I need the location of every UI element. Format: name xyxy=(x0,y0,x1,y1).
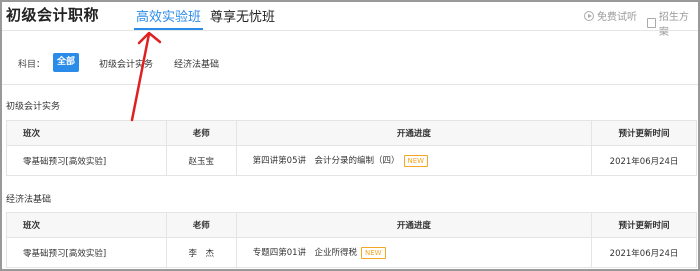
class-name-cell[interactable]: 零基础预习[高效实验] xyxy=(6,237,167,268)
column-header-teacher: 老师 xyxy=(165,212,237,238)
class-name-cell[interactable]: 零基础预习[高效实验] xyxy=(6,145,167,176)
subject-label: 科目： xyxy=(18,60,46,70)
progress-text: 专题四第01讲 企业所得税 xyxy=(252,248,358,259)
progress-text: 第四讲第05讲 会计分录的编制（四） xyxy=(252,156,400,167)
column-header-progress: 开通进度 xyxy=(235,120,593,146)
column-header-class: 班次 xyxy=(6,212,167,238)
page-title: 初级会计职称 xyxy=(6,6,100,24)
filter-all-button[interactable]: 全部 xyxy=(53,53,79,72)
section-title-accounting: 初级会计实务 xyxy=(6,102,61,112)
table-header-row: 班次 老师 开通进度 预计更新时间 xyxy=(6,212,697,238)
filter-divider xyxy=(2,84,698,85)
filter-economic-law-button[interactable]: 经济法基础 xyxy=(174,57,219,70)
update-date-cell: 2021年06月24日 xyxy=(591,237,697,268)
schedule-table-economic-law: 班次 老师 开通进度 预计更新时间 零基础预习[高效实验] 李 杰 专题四第01… xyxy=(6,212,697,268)
update-date-cell: 2021年06月24日 xyxy=(591,145,697,176)
column-header-date: 预计更新时间 xyxy=(591,120,697,146)
enrollment-plan-link[interactable]: 招生方案 xyxy=(647,8,698,38)
column-header-progress: 开通进度 xyxy=(235,212,593,238)
table-header-row: 班次 老师 开通进度 预计更新时间 xyxy=(6,120,697,146)
header-divider xyxy=(2,30,698,31)
table-row: 零基础预习[高效实验] 赵玉宝 第四讲第05讲 会计分录的编制（四） NEW 20… xyxy=(6,145,697,176)
table-row: 零基础预习[高效实验] 李 杰 专题四第01讲 企业所得税 NEW 2021年06… xyxy=(6,237,697,268)
progress-cell[interactable]: 第四讲第05讲 会计分录的编制（四） NEW xyxy=(235,145,593,176)
tab-premium-class[interactable]: 尊享无忧班 xyxy=(210,6,275,25)
enrollment-plan-label: 招生方案 xyxy=(658,12,689,38)
teacher-cell: 赵玉宝 xyxy=(165,145,237,176)
tab-label: 高效实验班 xyxy=(136,10,202,25)
column-header-teacher: 老师 xyxy=(165,120,237,146)
progress-cell[interactable]: 专题四第01讲 企业所得税 NEW xyxy=(235,237,593,268)
free-trial-link[interactable]: 免费试听 xyxy=(584,8,637,23)
section-title-economic-law: 经济法基础 xyxy=(6,195,52,205)
schedule-table-accounting: 班次 老师 开通进度 预计更新时间 零基础预习[高效实验] 赵玉宝 第四讲第05… xyxy=(6,120,697,176)
column-header-date: 预计更新时间 xyxy=(591,212,697,238)
column-header-class: 班次 xyxy=(6,120,167,146)
document-icon xyxy=(647,18,656,28)
new-badge: NEW xyxy=(403,154,429,167)
new-badge: NEW xyxy=(361,246,386,259)
filter-accounting-button[interactable]: 初级会计实务 xyxy=(99,57,153,70)
teacher-cell: 李 杰 xyxy=(165,237,237,268)
tab-label: 尊享无忧班 xyxy=(210,10,276,25)
play-circle-icon xyxy=(584,10,594,21)
tab-efficient-class[interactable]: 高效实验班 xyxy=(134,6,204,30)
free-trial-label: 免费试听 xyxy=(597,12,637,23)
header-bar: 初级会计职称 高效实验班 尊享无忧班 免费试听 招生方案 xyxy=(2,2,698,38)
subject-filter: 科目： 全部 初级会计实务 经济法基础 xyxy=(2,46,698,80)
